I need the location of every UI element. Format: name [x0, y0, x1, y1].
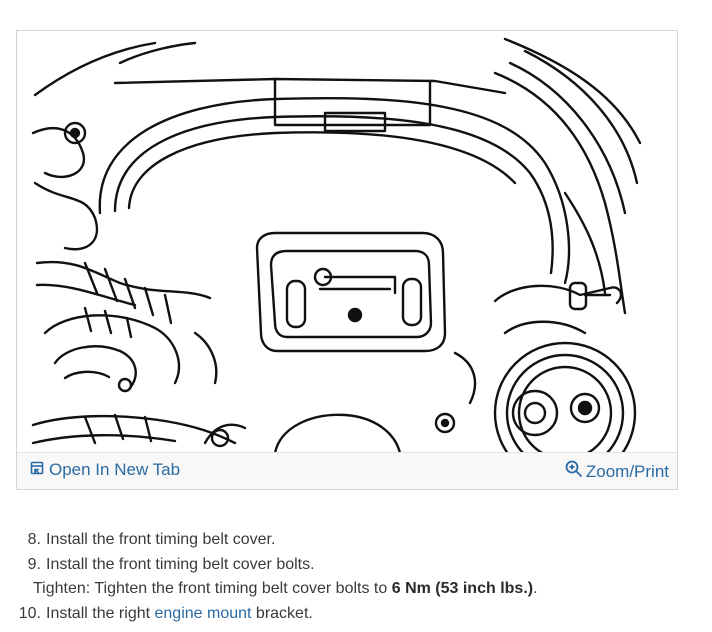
open-in-new-tab-link[interactable]: Open In New Tab: [30, 460, 180, 480]
step-text: Install the front timing belt cover bolt…: [46, 555, 315, 573]
timing-belt-cover-diagram: [25, 33, 647, 453]
step-text-after: bracket.: [251, 604, 313, 622]
instruction-steps: 8. Install the front timing belt cover. 9…: [14, 528, 538, 626]
open-in-new-tab-label: Open In New Tab: [49, 460, 181, 479]
zoom-print-link[interactable]: Zoom/Print: [565, 460, 669, 483]
figure-toolbar: Open In New Tab Zoom/Print: [17, 452, 677, 489]
step-8: 8. Install the front timing belt cover.: [14, 528, 538, 553]
step-10: 10. Install the right engine mount bracke…: [14, 602, 538, 627]
step-text: Install the front timing belt cover.: [46, 531, 276, 548]
step-9: 9. Install the front timing belt cover bo…: [14, 553, 538, 578]
torque-value: 6 Nm (53 inch lbs.): [391, 580, 534, 597]
tighten-note: Tighten: Tighten the front timing belt c…: [14, 577, 538, 602]
figure-card: Open In New Tab Zoom/Print: [16, 30, 678, 490]
engine-mount-link[interactable]: engine mount: [155, 605, 252, 622]
tighten-suffix: .: [533, 580, 538, 597]
tighten-text: Tighten: Tighten the front timing belt c…: [33, 580, 392, 597]
zoom-print-label: Zoom/Print: [585, 461, 669, 481]
open-in-new-tab-icon: [30, 460, 44, 480]
step-number: 9.: [27, 555, 41, 573]
step-number: 10.: [18, 604, 41, 622]
step-text-before: Install the right: [46, 604, 155, 622]
magnifier-icon: [565, 460, 583, 483]
step-number: 8.: [27, 531, 41, 548]
